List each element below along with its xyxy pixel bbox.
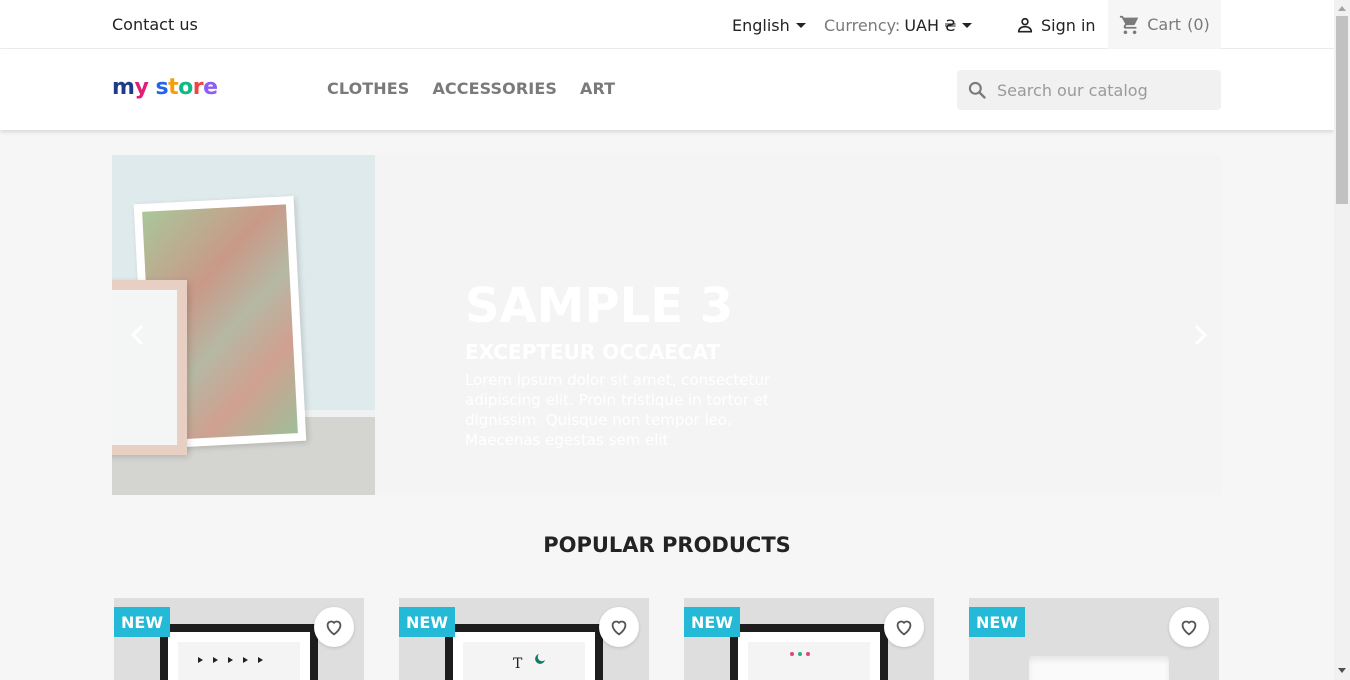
language-label: English <box>732 16 790 35</box>
search-icon[interactable] <box>967 80 987 100</box>
product-card[interactable]: NEW <box>684 598 934 680</box>
product-thumbnail: T <box>445 624 603 680</box>
store-logo[interactable]: my store <box>112 75 218 100</box>
heart-icon <box>611 620 627 636</box>
popular-products-title: POPULAR PRODUCTS <box>543 533 791 557</box>
cart-button[interactable]: Cart (0) <box>1108 0 1221 49</box>
scroll-down-arrow[interactable] <box>1338 668 1346 673</box>
new-badge: NEW <box>969 607 1025 637</box>
product-thumbnail <box>1029 656 1169 680</box>
sign-in-link[interactable]: Sign in <box>1015 15 1096 35</box>
search-box <box>957 70 1221 110</box>
svg-text:T: T <box>513 656 523 670</box>
caret-down-icon <box>795 23 806 28</box>
cart-label: Cart <box>1147 15 1182 34</box>
heart-icon <box>896 620 912 636</box>
currency-value: UAH ₴ <box>904 16 957 35</box>
new-badge: NEW <box>684 607 740 637</box>
logo-letter: s <box>155 75 169 100</box>
wishlist-button[interactable] <box>1169 607 1209 647</box>
logo-letter: e <box>203 75 218 100</box>
hero-carousel: SAMPLE 3 EXCEPTEUR OCCAECAT Lorem ipsum … <box>112 155 1221 495</box>
cart-count: (0) <box>1187 15 1210 34</box>
product-thumbnail <box>730 624 888 680</box>
sign-in-label: Sign in <box>1041 15 1096 35</box>
wishlist-button[interactable] <box>599 607 639 647</box>
logo-letter: m <box>112 75 135 100</box>
new-badge: NEW <box>114 607 170 637</box>
cart-icon <box>1120 15 1139 34</box>
page-scrollbar[interactable] <box>1334 0 1350 680</box>
main-menu: CLOTHES ACCESSORIES ART <box>327 79 615 98</box>
heart-icon <box>1181 620 1197 636</box>
currency-label: Currency: <box>824 16 901 35</box>
product-card[interactable]: NEW <box>969 598 1219 680</box>
menu-item-accessories[interactable]: ACCESSORIES <box>432 79 557 98</box>
currency-selector[interactable]: Currency: UAH ₴ <box>824 16 973 35</box>
sketch-frame <box>112 280 187 455</box>
slide-image <box>112 155 375 495</box>
product-card[interactable]: T NEW <box>399 598 649 680</box>
wishlist-button[interactable] <box>884 607 924 647</box>
caret-down-icon <box>962 23 973 28</box>
logo-letter: t <box>168 75 179 100</box>
person-icon <box>1017 17 1033 33</box>
search-input[interactable] <box>997 80 1197 100</box>
slide-description: Lorem ipsum dolor sit amet, consectetur … <box>465 371 771 449</box>
main-header: my store CLOTHES ACCESSORIES ART <box>0 49 1334 130</box>
wishlist-button[interactable] <box>314 607 354 647</box>
chevron-right-icon[interactable] <box>1188 323 1212 347</box>
product-card[interactable]: NEW <box>114 598 364 680</box>
menu-item-clothes[interactable]: CLOTHES <box>327 79 409 98</box>
product-thumbnail <box>160 624 318 680</box>
chevron-left-icon[interactable] <box>126 323 150 347</box>
scroll-up-arrow[interactable] <box>1338 6 1346 11</box>
language-selector[interactable]: English <box>732 16 806 35</box>
logo-letter: y <box>134 75 149 100</box>
top-nav-bar: Contact us English Currency: UAH ₴ Sign … <box>0 0 1334 49</box>
slide-subtitle: EXCEPTEUR OCCAECAT <box>465 340 721 364</box>
logo-letter: o <box>178 75 193 100</box>
heart-icon <box>326 620 342 636</box>
contact-us-link[interactable]: Contact us <box>112 15 198 34</box>
scroll-thumb[interactable] <box>1336 16 1348 204</box>
new-badge: NEW <box>399 607 455 637</box>
slide-caption: SAMPLE 3 EXCEPTEUR OCCAECAT Lorem ipsum … <box>465 280 785 450</box>
menu-item-art[interactable]: ART <box>580 79 615 98</box>
logo-letter: r <box>192 75 204 100</box>
slide-title: SAMPLE 3 <box>465 278 734 334</box>
